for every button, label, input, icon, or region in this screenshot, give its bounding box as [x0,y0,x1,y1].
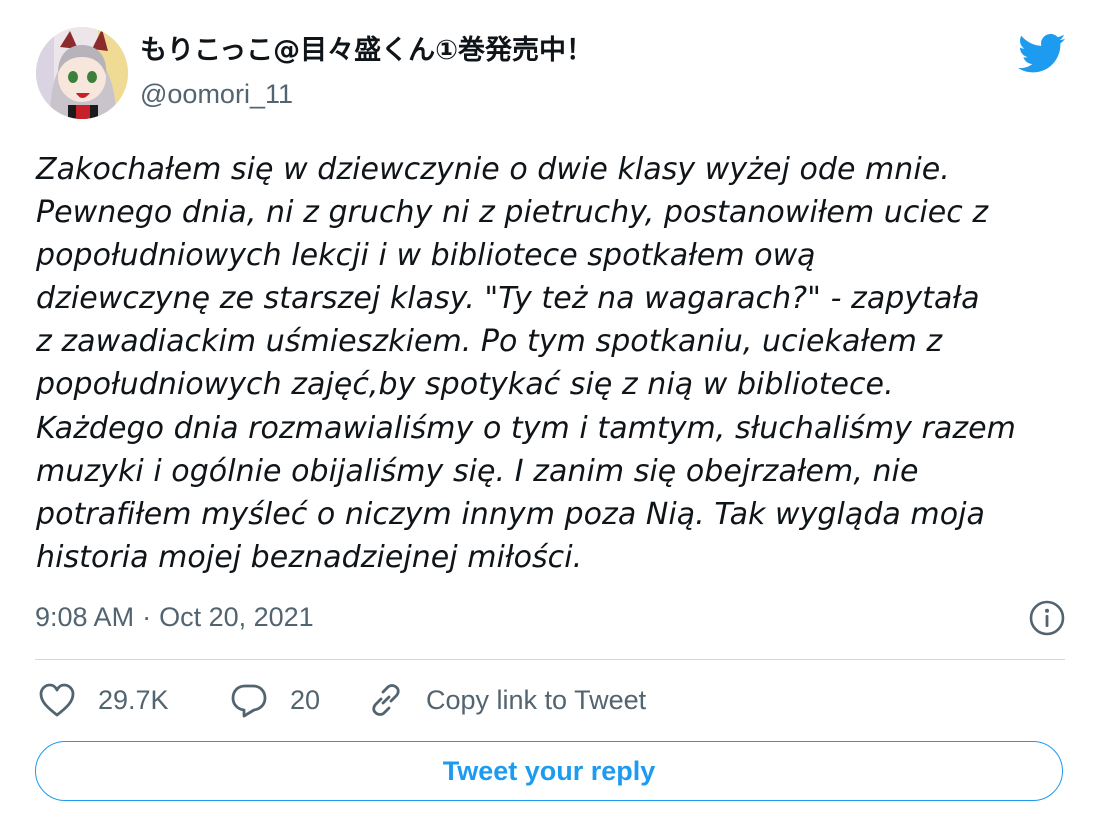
tweet-metadata: 9:08 AM · Oct 20, 2021 [35,598,1065,638]
copy-link-button[interactable]: Copy link to Tweet [368,678,646,722]
avatar[interactable] [36,27,128,119]
link-icon [372,684,400,716]
tweet-your-reply-button[interactable]: Tweet your reply [35,741,1063,801]
twitter-bird-icon[interactable] [1018,34,1066,73]
copy-link-label: Copy link to Tweet [426,684,647,715]
speech-bubble-icon [231,684,267,718]
reply-button-label: Tweet your reply [442,755,656,786]
tweet-date: Oct 20, 2021 [159,602,314,632]
divider [35,659,1065,660]
user-handle[interactable]: @oomori_11 [140,78,293,110]
like-count: 29.7K [98,684,169,715]
tweet-actions: 29.7K 20 Copy link to Tweet [38,678,1068,722]
timestamp[interactable]: 9:08 AM · Oct 20, 2021 [35,600,314,634]
tweet-card: もりこっこ@目々盛くん①巻発売中！ @oomori_11 Zakochałem … [0,0,1100,838]
like-button[interactable]: 29.7K [38,678,169,722]
display-name[interactable]: もりこっこ@目々盛くん①巻発売中！ [140,33,593,69]
reply-button[interactable]: 20 [230,678,320,722]
avatar-image [36,27,128,119]
info-icon[interactable] [1029,600,1065,636]
tweet-time: 9:08 AM [35,602,135,632]
timestamp-separator: · [142,602,152,632]
tweet-text: Zakochałem się w dziewczynie o dwie klas… [36,152,1016,575]
reply-count: 20 [290,684,321,715]
heart-icon [39,683,75,717]
